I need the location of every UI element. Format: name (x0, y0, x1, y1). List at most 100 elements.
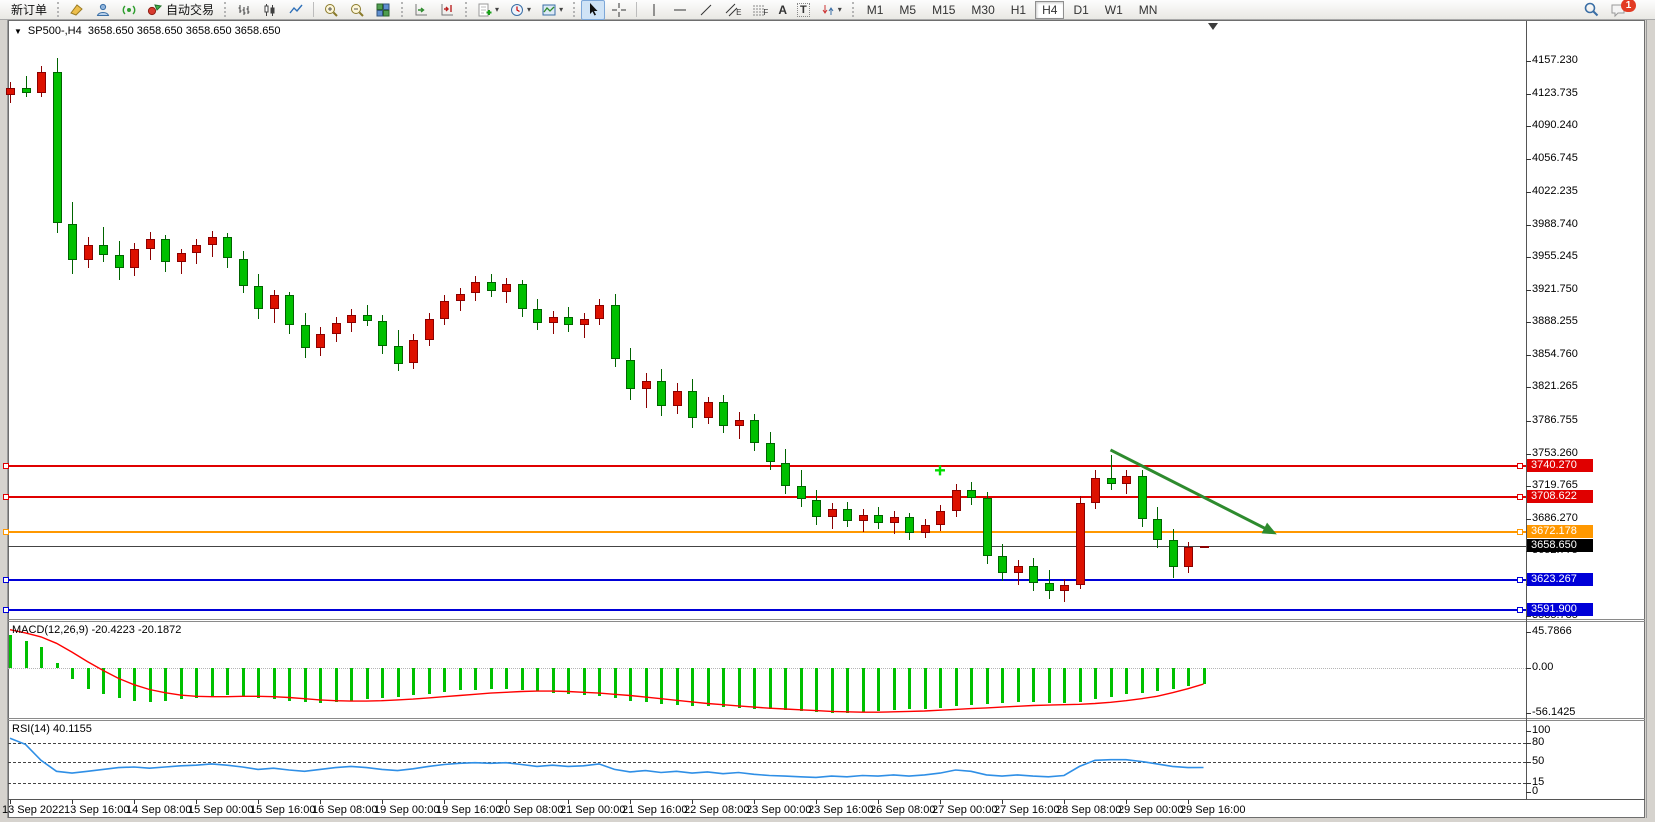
horizontal-line-icon (672, 2, 688, 18)
tile-windows-icon (375, 2, 391, 18)
rsi-name: RSI(14) (12, 723, 50, 735)
ohlc-quote-label: 3658.650 3658.650 3658.650 3658.650 (88, 25, 281, 37)
chart-shift-marker[interactable] (1208, 23, 1218, 30)
trendline-button[interactable] (694, 0, 718, 20)
search-icon (1583, 1, 1600, 18)
chart-title: ▼ SP500-,H4 3658.650 3658.650 3658.650 36… (14, 25, 281, 37)
toolbar-handle (401, 2, 403, 17)
text-label-button[interactable]: T (793, 0, 814, 20)
arrows-icon (820, 2, 836, 18)
macd-indicator-label: MACD(12,26,9) -20.4223 -20.1872 (12, 624, 181, 636)
channel-letter: E (736, 8, 741, 17)
timeframe-d1[interactable]: D1 (1066, 1, 1095, 19)
bar-chart-icon (236, 2, 252, 18)
crosshair-button[interactable] (607, 0, 631, 20)
clock-icon (509, 2, 525, 18)
line-chart-button[interactable] (284, 0, 308, 20)
pane-splitter[interactable] (8, 718, 1645, 719)
rsi-value: 40.1155 (53, 723, 92, 735)
fibonacci-letter: F (763, 8, 768, 17)
timeframe-m1[interactable]: M1 (860, 1, 891, 19)
text-tool-icon: A (778, 3, 787, 17)
chart-shift-button[interactable] (435, 0, 459, 20)
styler-button[interactable] (65, 0, 89, 20)
timeframe-m5[interactable]: M5 (892, 1, 923, 19)
candlestick-chart-button[interactable] (258, 0, 282, 20)
toolbar: 新订单 自动交易 ▾ ▾ ▾ E F A T ▾ M1M5M15M30H1H4D… (0, 0, 1655, 20)
search-button[interactable] (1579, 0, 1604, 20)
signal-icon (121, 2, 137, 18)
auto-trading-label: 自动交易 (166, 1, 214, 18)
window-left-border (0, 20, 8, 822)
line-chart-icon (288, 2, 304, 18)
fibonacci-button[interactable]: F (747, 0, 772, 20)
templates-button[interactable]: ▾ (537, 0, 567, 20)
rsi-indicator-label: RSI(14) 40.1155 (12, 723, 92, 735)
zoom-out-icon (349, 2, 365, 18)
timeframe-group: M1M5M15M30H1H4D1W1MN (859, 3, 1166, 17)
zoom-out-button[interactable] (345, 0, 369, 20)
indicators-button[interactable]: ▾ (473, 0, 503, 20)
cursor-icon (585, 2, 601, 18)
arrows-button[interactable]: ▾ (816, 0, 846, 20)
timeframe-m30[interactable]: M30 (964, 1, 1001, 19)
equidistant-channel-button[interactable]: E (720, 0, 745, 20)
toolbar-handle (57, 2, 59, 17)
timeframe-mn[interactable]: MN (1132, 1, 1165, 19)
pane-splitter[interactable] (8, 619, 1645, 620)
timeframe-w1[interactable]: W1 (1098, 1, 1130, 19)
template-icon (541, 2, 557, 18)
chevron-down-icon: ▾ (838, 5, 842, 14)
toolbar-handle (224, 2, 226, 17)
chart-shift-icon (439, 2, 455, 18)
indicators-icon (477, 2, 493, 18)
text-tool-button[interactable]: A (774, 0, 791, 20)
cursor-button[interactable] (581, 0, 605, 20)
toolbar-handle (852, 2, 854, 17)
pane-splitter[interactable] (8, 720, 1645, 721)
new-order-button[interactable]: 新订单 (4, 0, 51, 20)
toolbar-handle (573, 2, 575, 17)
chevron-down-icon: ▾ (527, 5, 531, 14)
bar-chart-button[interactable] (232, 0, 256, 20)
profile-icon (95, 2, 111, 18)
price-axis-line (1526, 21, 1527, 799)
vertical-line-button[interactable] (642, 0, 666, 20)
signals-button[interactable] (117, 0, 141, 20)
window-right-border (1646, 20, 1655, 822)
zoom-in-icon (323, 2, 339, 18)
pane-splitter[interactable] (8, 621, 1645, 622)
auto-scroll-button[interactable] (409, 0, 433, 20)
text-label-icon: T (797, 3, 810, 17)
toolbar-right: 1 (1578, 0, 1647, 20)
timeframe-m15[interactable]: M15 (925, 1, 962, 19)
chevron-down-icon: ▾ (495, 5, 499, 14)
symbol-dropdown-icon[interactable]: ▼ (14, 27, 22, 36)
community-button[interactable] (91, 0, 115, 20)
timeframe-h1[interactable]: H1 (1004, 1, 1033, 19)
tile-windows-button[interactable] (371, 0, 395, 20)
toolbar-separator (636, 2, 637, 17)
new-order-label: 新订单 (11, 1, 47, 18)
time-axis-line (8, 799, 1645, 800)
vertical-line-icon (646, 2, 662, 18)
brush-icon (69, 2, 85, 18)
auto-trading-icon (147, 2, 163, 18)
crosshair-icon (611, 2, 627, 18)
auto-trading-button[interactable]: 自动交易 (143, 0, 218, 20)
timeframe-h4[interactable]: H4 (1035, 1, 1064, 19)
chat-badge: 1 (1621, 0, 1636, 12)
auto-scroll-icon (413, 2, 429, 18)
chart-window[interactable] (8, 20, 1645, 818)
macd-values: -20.4223 -20.1872 (91, 624, 181, 636)
candlestick-chart-icon (262, 2, 278, 18)
symbol-period-label: SP500-,H4 (28, 25, 82, 37)
zoom-in-button[interactable] (319, 0, 343, 20)
window-bottom-border (0, 818, 1655, 822)
horizontal-line-button[interactable] (668, 0, 692, 20)
trendline-icon (698, 2, 714, 18)
periods-button[interactable]: ▾ (505, 0, 535, 20)
macd-name: MACD(12,26,9) (12, 624, 88, 636)
chevron-down-icon: ▾ (559, 5, 563, 14)
chat-button[interactable]: 1 (1606, 0, 1646, 20)
